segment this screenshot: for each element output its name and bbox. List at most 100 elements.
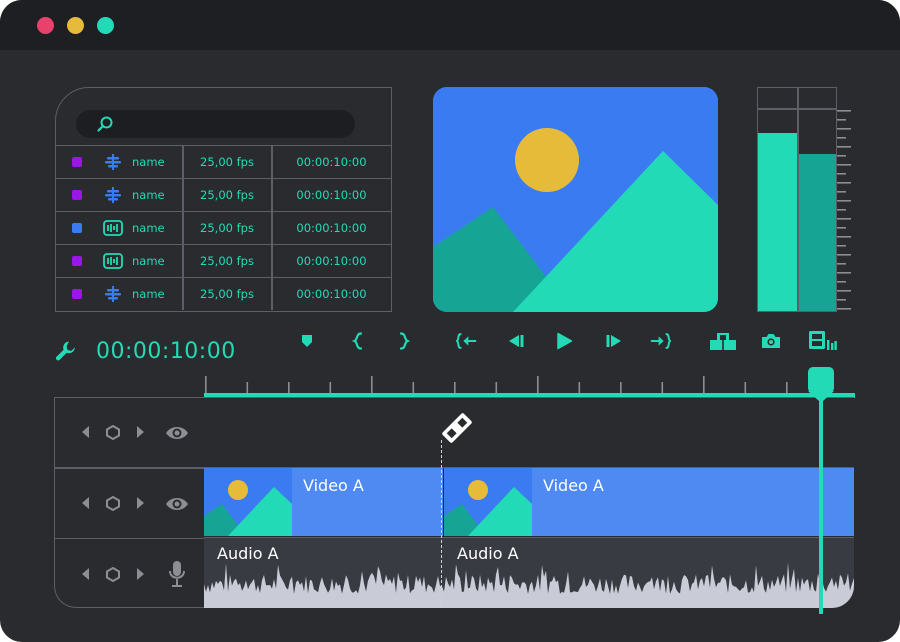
ruler-tick [495,382,498,393]
ruler-tick [412,382,415,393]
clip-fps: 25,00 fps [200,155,254,169]
meter-level-left [758,133,797,311]
meter-tick [837,209,846,211]
sun-shape [515,128,579,192]
film-icon [103,253,123,269]
clip-duration: 00:00:10:00 [296,221,367,235]
overwrite-button[interactable] [709,330,737,352]
marker-button[interactable] [296,330,318,352]
meter-tick [837,191,846,193]
audio-levels-icon [105,187,121,203]
next-keyframe-icon[interactable] [136,426,144,438]
ruler-tick [661,382,664,393]
keyframe-track[interactable] [204,397,854,467]
table-row[interactable]: name 25,00 fps 00:00:10:00 [56,244,391,277]
keyframe-marker[interactable] [439,410,475,446]
table-row[interactable]: name 25,00 fps 00:00:10:00 [56,145,391,178]
preview-image [433,87,718,312]
clip-name: name [132,287,165,301]
meter-tick [837,308,851,310]
table-row[interactable]: name 25,00 fps 00:00:10:00 [56,211,391,244]
meter-tick [837,137,846,139]
step-forward-button[interactable] [603,330,625,352]
ruler-tick [246,382,249,393]
table-row[interactable]: name 25,00 fps 00:00:10:00 [56,277,391,310]
clip-thumbnail [444,468,532,536]
next-keyframe-icon[interactable] [136,497,144,509]
waveform-shape [204,562,854,608]
clip-name: name [132,221,165,235]
audio-track[interactable]: Audio A Audio A [204,537,854,608]
audio-clip-label: Audio A [217,544,279,563]
audio-levels-icon [105,286,121,302]
mark-out-icon [399,332,411,350]
ruler-tick [205,376,207,393]
meter-tick [837,227,846,229]
audio-waveform [204,562,854,608]
timeline-ruler[interactable] [204,372,855,399]
overwrite-icon [710,333,736,350]
prev-keyframe-icon[interactable] [82,497,90,509]
preview-monitor[interactable] [433,87,718,312]
search-input[interactable] [122,114,346,136]
mark-out-button[interactable] [393,330,415,352]
track-header-keyframes [55,398,205,468]
meter-tick [837,272,851,274]
next-keyframe-icon[interactable] [136,568,144,580]
prev-keyframe-icon[interactable] [82,426,90,438]
ruler-tick [454,382,456,393]
eye-icon[interactable] [165,496,189,512]
video-clip[interactable]: Video A [444,468,854,536]
play-button[interactable] [553,330,575,352]
video-track[interactable]: Video A Video A [204,467,854,537]
go-to-end-button[interactable] [649,330,671,352]
go-to-start-icon [456,333,477,349]
play-icon [557,332,573,350]
audio-levels-icon [105,154,121,170]
meter-tick [837,299,846,301]
meter-tick [837,200,851,202]
meter-tick [837,290,851,292]
wrench-icon[interactable] [54,339,78,363]
meter-tick [837,236,851,238]
meter-tick [837,263,846,265]
maximize-window-button[interactable] [97,17,114,34]
minimize-window-button[interactable] [67,17,84,34]
ruler-tick [703,376,705,393]
video-clip[interactable]: Video A [204,468,443,536]
keyframe-guide [441,440,442,608]
playhead-handle[interactable] [808,367,834,393]
marker-icon [302,335,312,347]
meter-tick [837,281,846,283]
ruler-tick [620,382,622,393]
clip-fps: 25,00 fps [200,254,254,268]
film-icon [103,220,123,236]
go-to-start-button[interactable] [456,330,478,352]
clip-name: name [132,254,165,268]
meter-header-line [758,108,836,110]
prev-keyframe-icon[interactable] [82,568,90,580]
search-bar[interactable] [76,110,355,138]
meter-tick [837,128,851,130]
mark-in-button[interactable] [347,330,369,352]
camera-icon [762,334,780,348]
export-frame-button[interactable] [807,330,837,352]
close-window-button[interactable] [37,17,54,34]
timeline-tracks: Video A Video A Audio A Audio A [204,397,854,608]
add-keyframe-icon[interactable] [106,496,120,511]
snapshot-button[interactable] [760,330,782,352]
search-icon [97,116,113,132]
clip-duration: 00:00:10:00 [296,188,367,202]
meter-tick [837,254,851,256]
add-keyframe-icon[interactable] [106,567,120,582]
microphone-icon[interactable] [168,560,186,588]
eye-icon[interactable] [165,425,189,441]
meter-tick [837,182,851,184]
add-keyframe-icon[interactable] [106,425,120,440]
clip-fps: 25,00 fps [200,221,254,235]
playhead-handle-tip [808,391,834,401]
step-back-button[interactable] [505,330,527,352]
table-row[interactable]: name 25,00 fps 00:00:10:00 [56,178,391,211]
ruler-tick [744,382,747,393]
track-header-video [55,468,205,538]
